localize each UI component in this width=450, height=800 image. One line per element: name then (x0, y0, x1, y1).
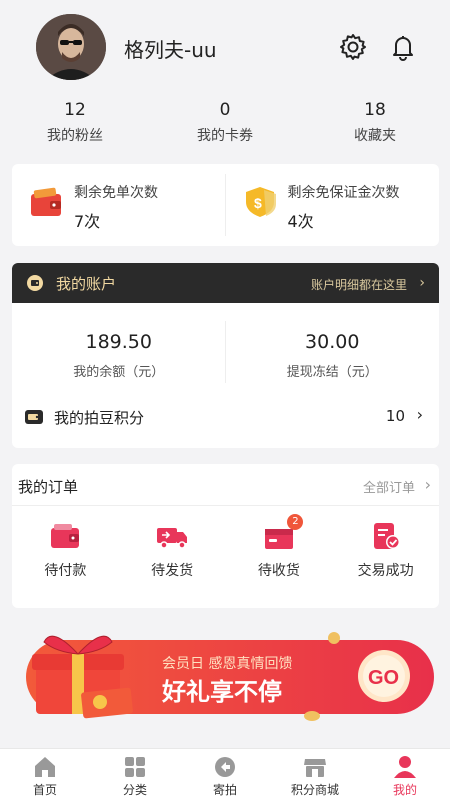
stat-favorites[interactable]: 18 收藏夹 (300, 100, 450, 150)
free-deposit-value: 4次 (287, 212, 314, 231)
banner-top-text: 会员日 感恩真情回馈 (162, 655, 292, 672)
free-counts-card: 剩余免单次数 7次 $ 剩余免保证金次数 4次 (12, 164, 439, 246)
chevron-right-icon: › (416, 405, 423, 424)
bottom-tab-bar: 首页 分类 寄拍 积分商城 我的 (0, 748, 450, 800)
account-card: 我的账户 账户明细都在这里 › 189.50 我的余额（元） 30.00 提现冻… (12, 263, 439, 448)
account-detail-link[interactable]: 账户明细都在这里 (311, 276, 407, 293)
free-order-value: 7次 (74, 212, 101, 231)
home-icon (35, 757, 55, 777)
stat-value: 12 (64, 100, 86, 120)
stat-coupons[interactable]: 0 我的卡券 (150, 100, 300, 150)
orders-card: 我的订单 全部订单 › 待付款 待发货 2 待收货 交易成功 (12, 464, 439, 608)
points-label: 我的拍豆积分 (54, 409, 145, 427)
banner-main-text: 好礼享不停 (161, 678, 282, 706)
frozen-withdrawal[interactable]: 30.00 提现冻结（元） (226, 303, 440, 393)
chevron-right-icon: › (419, 275, 425, 291)
tab-label: 分类 (122, 783, 147, 797)
store-icon (304, 759, 326, 777)
bell-icon[interactable] (388, 32, 418, 62)
tab-consign[interactable]: 寄拍 (180, 749, 270, 800)
username: 格列夫-uu (124, 38, 217, 62)
divider (225, 321, 226, 383)
order-completed[interactable]: 交易成功 (332, 520, 439, 580)
tab-label: 寄拍 (212, 783, 237, 797)
account-title: 我的账户 (56, 275, 117, 293)
order-pending-payment[interactable]: 待付款 (12, 520, 119, 580)
member-day-banner[interactable]: 会员日 感恩真情回馈 好礼享不停 GO (12, 624, 439, 724)
banner-go-text: GO (368, 667, 399, 689)
order-label: 待收货 (257, 563, 300, 579)
stat-label: 我的粉丝 (47, 128, 103, 144)
order-count-badge: 2 (287, 514, 304, 530)
order-label: 交易成功 (357, 563, 414, 579)
stat-value: 0 (219, 100, 231, 120)
order-pending-shipment[interactable]: 待发货 (119, 520, 226, 580)
chevron-right-icon: › (424, 475, 431, 494)
balance-label: 我的余额（元） (73, 365, 165, 380)
orders-title: 我的订单 (18, 478, 79, 496)
stat-label: 收藏夹 (354, 128, 396, 144)
account-header[interactable]: 我的账户 账户明细都在这里 › (12, 263, 439, 303)
free-order-count[interactable]: 剩余免单次数 7次 (12, 164, 226, 246)
points-row[interactable]: 我的拍豆积分 10 › (12, 393, 439, 441)
frozen-label: 提现冻结（元） (286, 365, 378, 380)
tab-points-mall[interactable]: 积分商城 (270, 749, 360, 800)
balance-value: 189.50 (85, 331, 152, 353)
free-deposit-count[interactable]: $ 剩余免保证金次数 4次 (226, 164, 440, 246)
free-order-label: 剩余免单次数 (74, 185, 158, 201)
tab-label: 我的 (392, 783, 417, 797)
points-icon (25, 410, 43, 424)
tab-label: 积分商城 (290, 783, 339, 797)
grid-icon (125, 757, 145, 777)
free-deposit-label: 剩余免保证金次数 (287, 185, 400, 201)
profile-header: 格列夫-uu (0, 0, 450, 95)
wallet-icon (28, 184, 64, 220)
truck-icon (157, 528, 188, 549)
order-pending-receipt[interactable]: 2 待收货 (226, 514, 333, 580)
stat-label: 我的卡券 (197, 128, 253, 144)
send-icon (215, 757, 235, 777)
svg-text:$: $ (254, 195, 262, 211)
shield-coin-icon: $ (242, 184, 278, 220)
balance[interactable]: 189.50 我的余额（元） (12, 303, 226, 393)
account-wallet-icon (27, 275, 43, 291)
settings-gear-icon[interactable] (338, 32, 368, 62)
tab-home[interactable]: 首页 (0, 749, 90, 800)
check-doc-icon (373, 523, 400, 549)
orders-row: 待付款 待发货 2 待收货 交易成功 (12, 514, 439, 580)
frozen-value: 30.00 (305, 331, 360, 353)
stat-fans[interactable]: 12 我的粉丝 (0, 100, 150, 150)
stat-value: 18 (364, 100, 386, 120)
wallet-icon (51, 524, 80, 548)
orders-header: 我的订单 全部订单 › (12, 464, 439, 506)
points-value: 10 (385, 407, 405, 425)
avatar[interactable] (36, 14, 106, 80)
order-label: 待发货 (151, 563, 194, 579)
user-icon (394, 756, 416, 778)
stats-row: 12 我的粉丝 0 我的卡券 18 收藏夹 (0, 100, 450, 150)
all-orders-link[interactable]: 全部订单 (363, 477, 415, 496)
tab-category[interactable]: 分类 (90, 749, 180, 800)
tab-mine[interactable]: 我的 (360, 749, 450, 800)
tab-label: 首页 (32, 783, 57, 797)
order-label: 待付款 (44, 563, 87, 579)
